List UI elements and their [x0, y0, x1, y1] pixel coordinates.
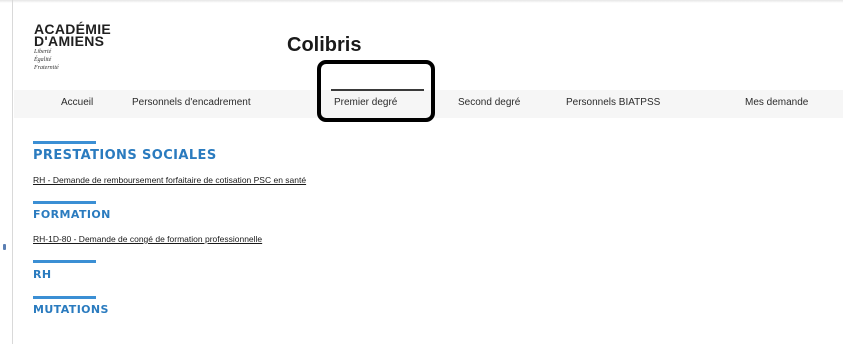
- section-title-formation: FORMATION: [33, 208, 111, 221]
- section-bar-rh: [33, 260, 96, 263]
- section-title-prestations-sociales: PRESTATIONS SOCIALES: [33, 148, 217, 163]
- edge-marker: [3, 244, 6, 250]
- logo-motto-1: Liberté: [34, 49, 52, 55]
- section-title-rh: RH: [33, 268, 52, 281]
- logo-motto-2: Égalité: [34, 57, 52, 63]
- nav-item-second-degre[interactable]: Second degré: [458, 90, 520, 118]
- window-left-edge: [12, 0, 13, 344]
- section-bar-formation: [33, 201, 96, 204]
- link-conge-formation[interactable]: RH-1D-80 - Demande de congé de formation…: [33, 234, 262, 244]
- nav-item-accueil[interactable]: Accueil: [61, 90, 93, 118]
- nav-item-mes-demandes[interactable]: Mes demande: [745, 90, 808, 118]
- logo-motto-3: Fraternité: [34, 65, 59, 71]
- link-remboursement-psc[interactable]: RH - Demande de remboursement forfaitair…: [33, 175, 306, 185]
- section-title-mutations: MUTATIONS: [33, 303, 109, 316]
- logo-line-2: D'AMIENS: [34, 33, 105, 49]
- section-bar-prestations: [33, 141, 96, 144]
- nav-item-personnels-encadrement[interactable]: Personnels d'encadrement: [132, 90, 251, 118]
- section-bar-mutations: [33, 296, 96, 299]
- nav-item-personnels-biatpss[interactable]: Personnels BIATPSS: [566, 90, 660, 118]
- highlight-box: [317, 60, 435, 122]
- window-top-shadow: [0, 0, 843, 3]
- app-title: Colibris: [287, 34, 362, 56]
- academie-logo[interactable]: ACADÉMIE D'AMIENS Liberté Égalité Frater…: [34, 22, 111, 71]
